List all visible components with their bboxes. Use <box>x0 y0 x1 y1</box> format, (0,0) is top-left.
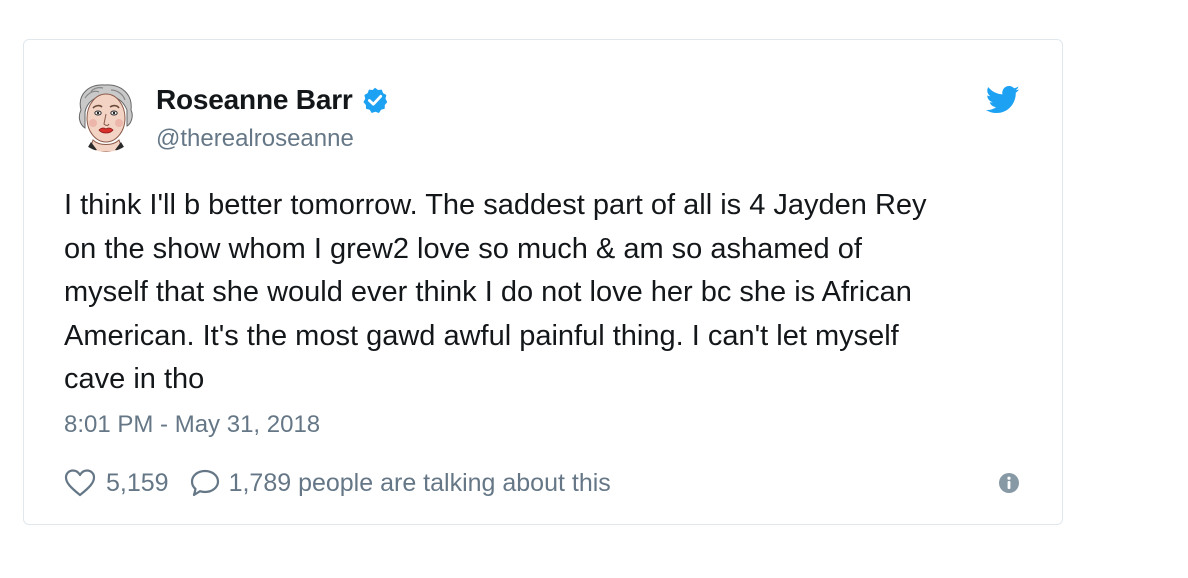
speech-bubble-icon[interactable] <box>189 468 221 498</box>
tweet-timestamp[interactable]: 8:01 PM - May 31, 2018 <box>64 411 320 439</box>
avatar[interactable] <box>71 80 141 152</box>
author-name-row[interactable]: Roseanne Barr <box>156 82 389 118</box>
tweet-card[interactable]: Roseanne Barr @therealroseanne I think I… <box>23 39 1063 525</box>
talking-about-count[interactable]: 1,789 people are talking about this <box>229 469 611 498</box>
engagement-bar: 5,159 1,789 people are talking about thi… <box>64 466 611 500</box>
user-handle[interactable]: @therealroseanne <box>156 125 354 153</box>
twitter-bird-icon[interactable] <box>985 85 1020 115</box>
like-count[interactable]: 5,159 <box>106 469 169 498</box>
verified-badge-icon <box>361 86 389 114</box>
avatar-illustration <box>71 80 141 152</box>
tweet-text: I think I'll b better tomorrow. The sadd… <box>64 189 927 395</box>
display-name[interactable]: Roseanne Barr <box>156 84 353 116</box>
info-circle-icon[interactable] <box>998 472 1020 494</box>
heart-outline-icon[interactable] <box>64 468 96 498</box>
